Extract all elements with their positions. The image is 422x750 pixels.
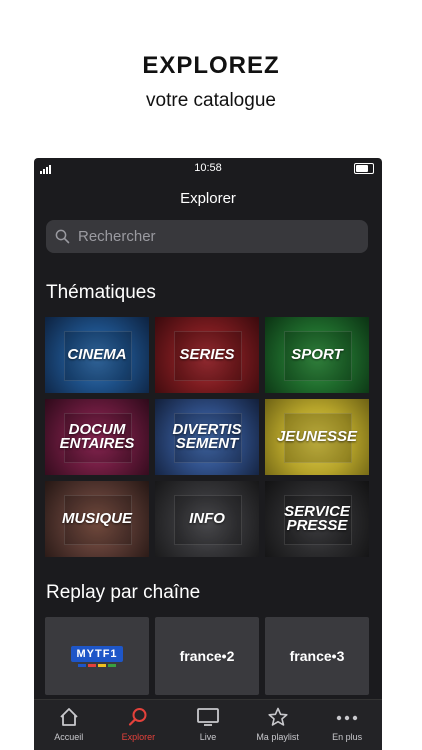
tile-label: CINEMA xyxy=(67,346,127,363)
channel-label: france•3 xyxy=(289,648,345,664)
tab-en-plus[interactable]: En plus xyxy=(312,700,382,750)
channel-france3[interactable]: france•3 xyxy=(265,617,369,695)
tab-bar: Accueil Explorer Live Ma playlist En plu… xyxy=(34,699,382,750)
tile-cinema[interactable]: CINEMA xyxy=(45,317,149,393)
tile-label: DOCUM ENTAIRES xyxy=(59,421,135,452)
tab-label: En plus xyxy=(332,732,363,742)
section-title-replay: Replay par chaîne xyxy=(46,582,201,603)
tab-label: Accueil xyxy=(54,732,84,742)
tab-label: Ma playlist xyxy=(256,732,299,742)
mytf1-logo: MYTF1 xyxy=(71,645,123,667)
tab-accueil[interactable]: Accueil xyxy=(34,700,104,750)
page-title: Explorer xyxy=(180,190,236,207)
tile-label: JEUNESSE xyxy=(276,428,358,445)
tile-series[interactable]: SERIES xyxy=(155,317,259,393)
more-icon xyxy=(336,715,358,721)
tile-sport[interactable]: SPORT xyxy=(265,317,369,393)
tile-service-presse[interactable]: SERVICE PRESSE xyxy=(265,481,369,557)
tab-explorer[interactable]: Explorer xyxy=(104,700,174,750)
battery-icon xyxy=(354,163,374,174)
search-icon xyxy=(55,229,70,244)
tile-label: DIVERTIS SEMENT xyxy=(172,421,242,452)
tile-label: MUSIQUE xyxy=(61,510,132,527)
home-icon xyxy=(60,708,78,726)
tab-live[interactable]: Live xyxy=(173,700,243,750)
tile-label: SERVICE PRESSE xyxy=(284,503,350,534)
tv-icon xyxy=(197,708,219,726)
status-time: 10:58 xyxy=(194,162,222,174)
search-icon xyxy=(129,708,147,726)
thematiques-grid: CINEMA SERIES SPORT DOCUM ENTAIRES DIVER… xyxy=(45,317,369,557)
promo-subtitle: votre catalogue xyxy=(146,90,276,111)
phone-screen: 10:58 Explorer Thématiques CINEMA SERIES… xyxy=(34,158,382,750)
section-title-thematiques: Thématiques xyxy=(46,282,156,303)
channel-mytf1[interactable]: MYTF1 xyxy=(45,617,149,695)
channel-france2[interactable]: france•2 xyxy=(155,617,259,695)
tile-jeunesse[interactable]: JEUNESSE xyxy=(265,399,369,475)
star-icon xyxy=(267,707,288,726)
search-input[interactable] xyxy=(76,227,340,246)
tab-label: Explorer xyxy=(121,732,156,742)
channel-label: MYTF1 xyxy=(71,645,123,662)
tile-label: SERIES xyxy=(179,346,235,363)
channel-label: france•2 xyxy=(179,648,235,664)
tab-label: Live xyxy=(199,732,217,742)
tile-info[interactable]: INFO xyxy=(155,481,259,557)
search-bar[interactable] xyxy=(46,220,368,253)
tile-documentaires[interactable]: DOCUM ENTAIRES xyxy=(45,399,149,475)
tile-label: SPORT xyxy=(291,346,343,363)
tile-divertissement[interactable]: DIVERTIS SEMENT xyxy=(155,399,259,475)
tile-musique[interactable]: MUSIQUE xyxy=(45,481,149,557)
promo-title: EXPLOREZ xyxy=(142,52,280,79)
status-bar: 10:58 xyxy=(34,158,382,178)
channels-row: MYTF1 france•2 france•3 xyxy=(45,617,369,695)
tile-label: INFO xyxy=(189,510,225,527)
tab-ma-playlist[interactable]: Ma playlist xyxy=(243,700,313,750)
